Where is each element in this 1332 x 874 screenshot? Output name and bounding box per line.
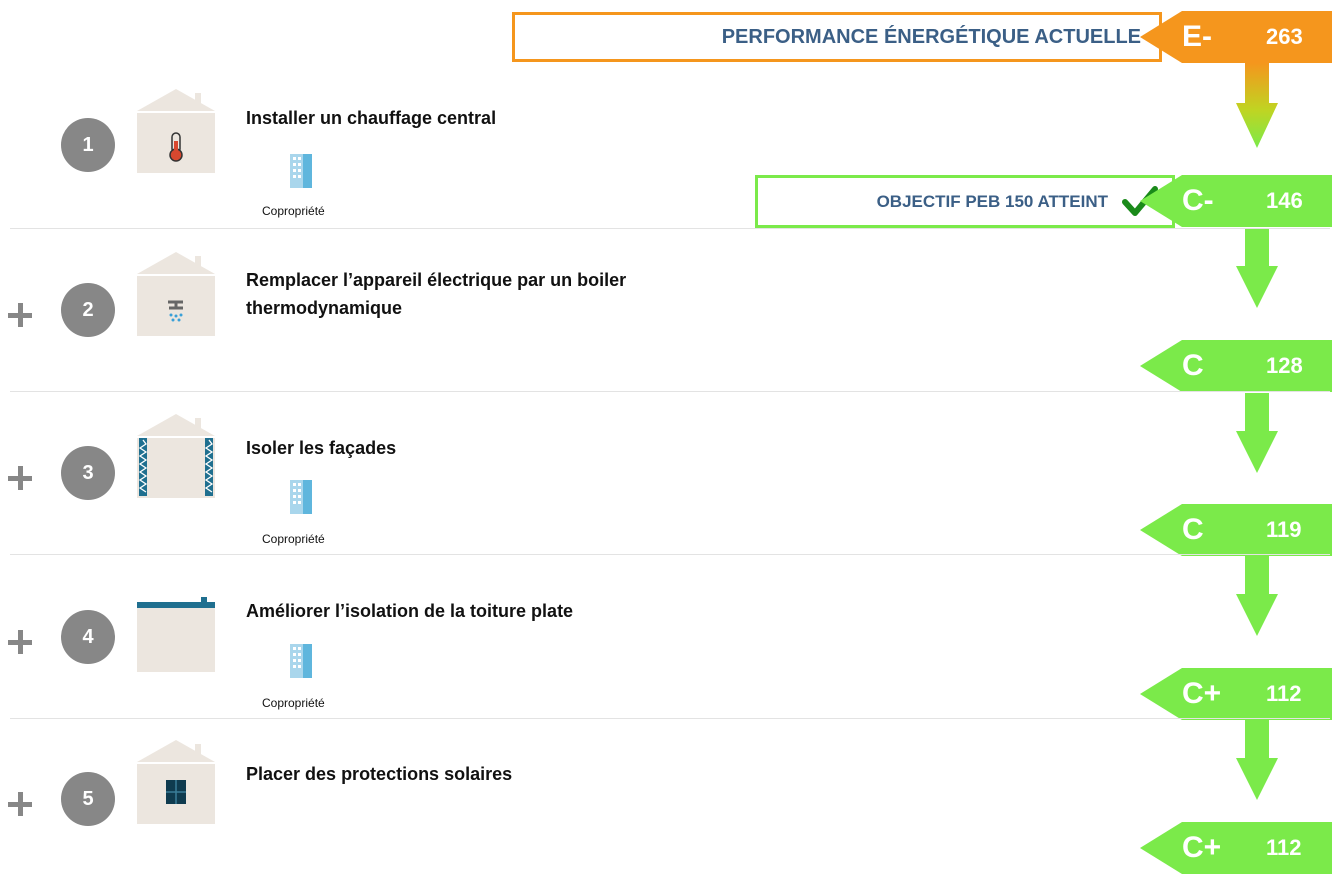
down-arrow-icon — [1236, 228, 1278, 308]
plus-icon — [8, 792, 32, 816]
plus-icon — [8, 303, 32, 327]
divider — [10, 718, 1330, 719]
step-number: 3 — [61, 446, 115, 500]
result-class-badge: C+ 112 — [1140, 822, 1332, 874]
plus-icon — [8, 466, 32, 490]
result-value: 112 — [1266, 681, 1302, 706]
current-class: E- — [1182, 20, 1212, 53]
result-value: 128 — [1266, 353, 1303, 378]
current-value: 263 — [1266, 24, 1303, 49]
plus-icon — [8, 630, 32, 654]
down-arrow-icon — [1236, 556, 1278, 636]
badge-arrow-shape — [1140, 822, 1332, 874]
result-class: C+ — [1182, 677, 1222, 710]
badge-arrow-shape — [1140, 504, 1332, 556]
step-number: 2 — [61, 283, 115, 337]
thermometer-icon — [137, 89, 215, 173]
step-title: Isoler les façades — [246, 438, 397, 458]
target-value: 146 — [1266, 188, 1303, 213]
badge-arrow-shape — [1140, 175, 1332, 227]
result-class: C — [1182, 513, 1204, 546]
window-shutter-icon — [137, 740, 215, 824]
target-class-badge: C- 146 — [1140, 175, 1332, 227]
step-title: Placer des protections solaires — [246, 764, 513, 784]
current-performance-label: PERFORMANCE ÉNERGÉTIQUE ACTUELLE — [721, 26, 1141, 48]
copropriete-label: Copropriété — [262, 696, 325, 710]
target-class: C- — [1182, 184, 1214, 217]
current-performance-box: PERFORMANCE ÉNERGÉTIQUE ACTUELLE — [512, 12, 1162, 62]
down-arrow-icon — [1236, 393, 1278, 473]
result-value: 119 — [1266, 517, 1302, 542]
facade-insulation-icon — [137, 414, 215, 498]
badge-arrow-shape — [1140, 11, 1332, 63]
result-class-badge: C 119 — [1140, 504, 1332, 556]
result-class-badge: C+ 112 — [1140, 668, 1332, 720]
building-icon — [290, 480, 312, 514]
target-reached-box: OBJECTIF PEB 150 ATTEINT — [755, 175, 1175, 228]
copropriete-label: Copropriété — [262, 532, 325, 546]
current-class-badge: E- 263 — [1140, 11, 1332, 63]
down-arrow-icon — [1236, 720, 1278, 800]
flat-roof-icon — [137, 597, 215, 672]
divider — [10, 228, 1330, 229]
result-class: C — [1182, 349, 1204, 382]
building-icon — [290, 644, 312, 678]
divider — [10, 391, 1330, 392]
step-number: 1 — [61, 118, 115, 172]
step-number: 4 — [61, 610, 115, 664]
step-title: Remplacer l’appareil électrique par un b… — [246, 270, 627, 318]
shower-icon — [137, 252, 215, 336]
down-arrow-icon — [1236, 63, 1278, 148]
copropriete-label: Copropriété — [262, 204, 325, 218]
target-label: OBJECTIF PEB 150 ATTEINT — [876, 192, 1108, 211]
badge-arrow-shape — [1140, 340, 1332, 392]
step-title: Améliorer l’isolation de la toiture plat… — [246, 601, 574, 621]
result-class-badge: C 128 — [1140, 340, 1332, 392]
step-number: 5 — [61, 772, 115, 826]
result-value: 112 — [1266, 835, 1302, 860]
result-class: C+ — [1182, 831, 1222, 864]
building-icon — [290, 154, 312, 188]
step-title: Installer un chauffage central — [246, 108, 497, 128]
badge-arrow-shape — [1140, 668, 1332, 720]
divider — [10, 554, 1330, 555]
